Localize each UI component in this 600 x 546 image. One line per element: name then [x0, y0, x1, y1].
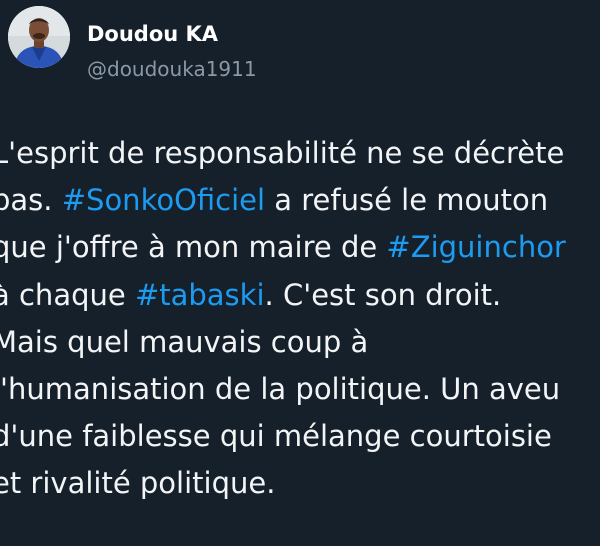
- tweet-text-segment: . C'est son droit.: [264, 277, 502, 312]
- tweet-card: Doudou KA @doudouka1911 L'esprit de resp…: [0, 0, 600, 546]
- tweet-text-segment: a refusé le mouton: [265, 183, 549, 218]
- tweet-line: L'esprit de responsabilité ne se décrète: [0, 130, 600, 177]
- tweet-text-segment: à chaque: [0, 277, 135, 312]
- hashtag-link[interactable]: #tabaski: [135, 278, 265, 312]
- tweet-text-segment: L'esprit de responsabilité ne se décrète: [0, 136, 565, 170]
- tweet-line: l'humanisation de la politique. Un aveu: [0, 366, 600, 413]
- tweet-text-segment: et rivalité politique.: [0, 466, 276, 501]
- user-handle[interactable]: @doudouka1911: [87, 57, 257, 81]
- tweet-line: Mais quel mauvais coup à: [0, 319, 600, 366]
- profile-photo-icon: [8, 6, 70, 68]
- tweet-text-segment: d'une faiblesse qui mélange courtoisie: [0, 419, 552, 454]
- hashtag-link[interactable]: #Ziguinchor: [386, 230, 565, 264]
- avatar[interactable]: [8, 6, 70, 68]
- display-name[interactable]: Doudou KA: [87, 22, 218, 46]
- tweet-line: à chaque #tabaski. C'est son droit.: [0, 272, 600, 319]
- tweet-text: L'esprit de responsabilité ne se décrète…: [0, 130, 600, 508]
- tweet-text-segment: pas.: [0, 183, 53, 218]
- tweet-line: d'une faiblesse qui mélange courtoisie: [0, 413, 600, 460]
- tweet-line: pas. #SonkoOficiel a refusé le mouton: [0, 177, 600, 224]
- hashtag-link[interactable]: #SonkoOficiel: [62, 183, 265, 217]
- tweet-text-segment: l'humanisation de la politique. Un aveu: [0, 372, 561, 407]
- tweet-text-segment: Mais quel mauvais coup à: [0, 324, 369, 359]
- tweet-text-segment: que j'offre à mon maire de: [0, 230, 387, 265]
- tweet-line: et rivalité politique.: [0, 460, 600, 507]
- tweet-line: que j'offre à mon maire de #Ziguinchor: [0, 224, 600, 271]
